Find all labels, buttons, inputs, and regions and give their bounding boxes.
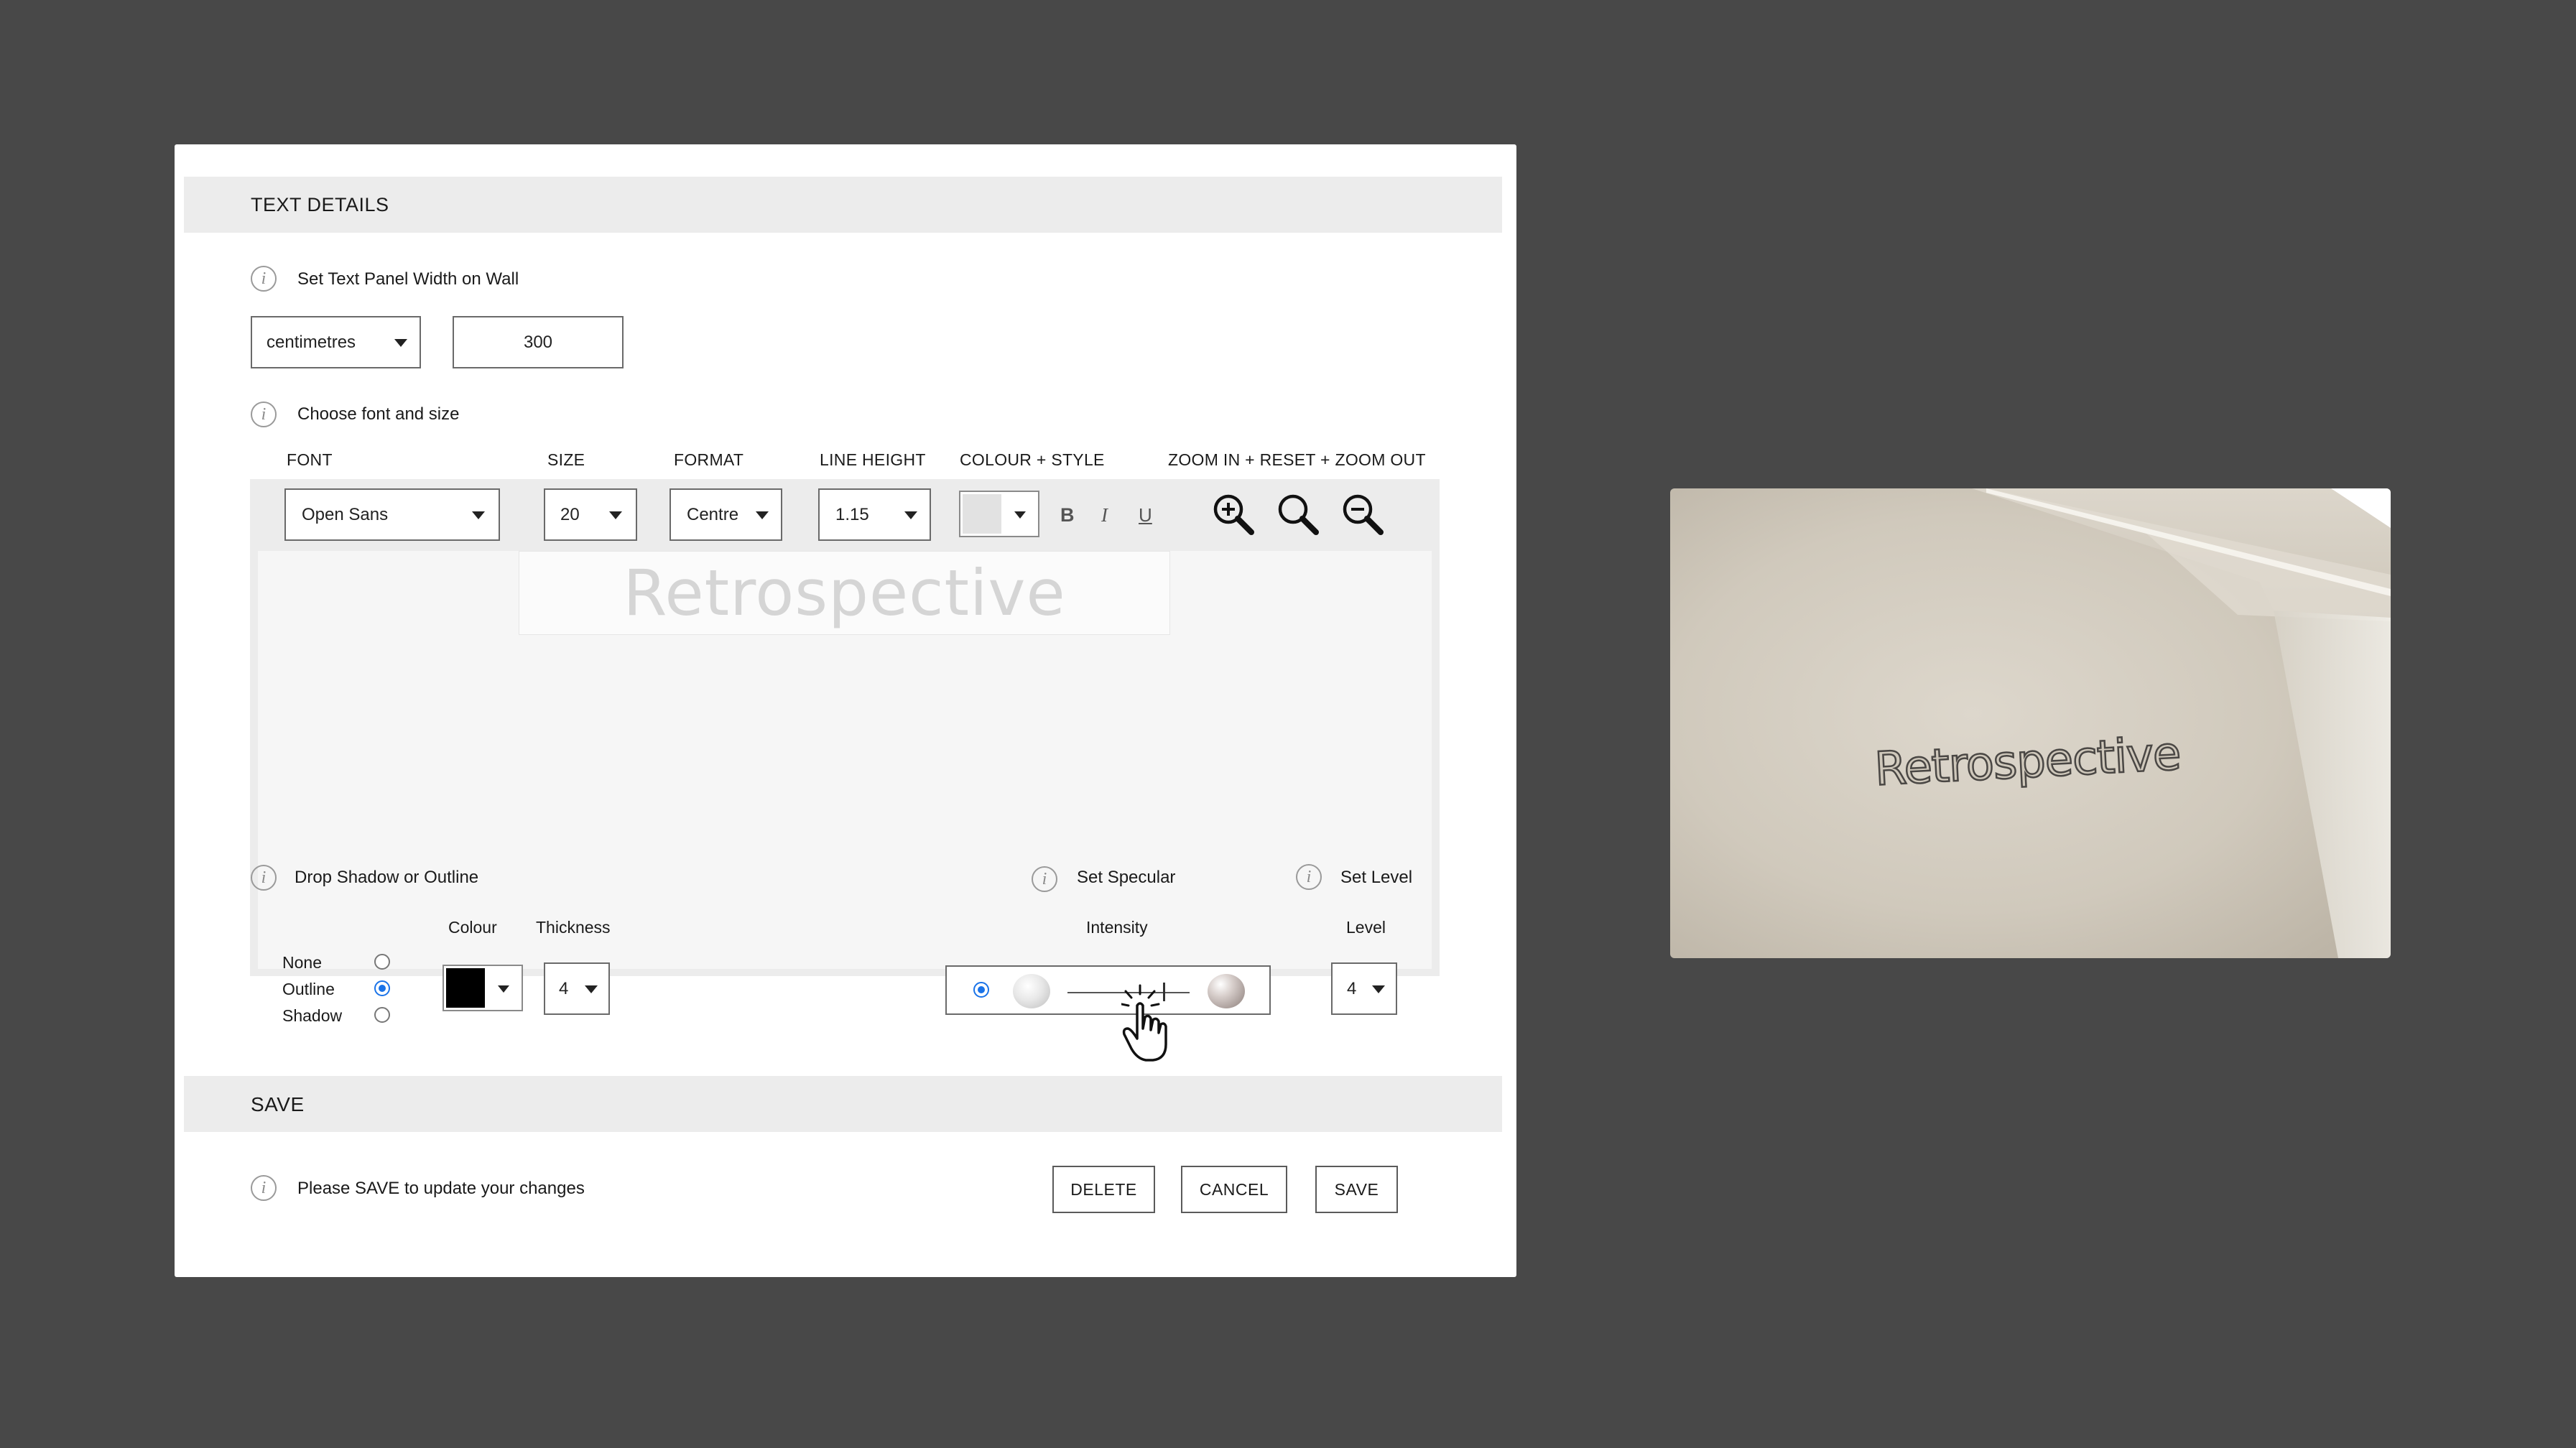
intensity-enable-radio[interactable] (973, 982, 989, 998)
format-select-value: Centre (687, 504, 739, 524)
wall-scene (1670, 488, 2391, 958)
outline-colour-select[interactable] (443, 965, 523, 1011)
info-icon[interactable]: i (251, 402, 277, 427)
info-icon[interactable]: i (1032, 866, 1057, 892)
underline-button[interactable]: U (1139, 504, 1152, 526)
cancel-button[interactable]: CANCEL (1181, 1166, 1287, 1213)
radio-outline[interactable] (374, 980, 390, 996)
panel-width-value: 300 (523, 332, 553, 352)
hand-cursor-icon (1121, 984, 1167, 1062)
text-details-title: TEXT DETAILS (251, 194, 389, 215)
intensity-slider[interactable] (945, 965, 1271, 1015)
drop-shadow-label: Drop Shadow or Outline (295, 868, 479, 887)
level-label: Set Level (1340, 868, 1413, 887)
delete-button[interactable]: DELETE (1052, 1166, 1155, 1213)
size-select[interactable]: 20 (544, 488, 637, 541)
line-height-header: LINE HEIGHT (820, 450, 926, 469)
chevron-down-icon (394, 339, 407, 347)
thickness-header: Thickness (536, 918, 611, 937)
italic-button[interactable]: I (1101, 504, 1108, 526)
matte-sphere-icon (1013, 974, 1050, 1008)
save-section-title: SAVE (251, 1093, 305, 1115)
preview-text-box[interactable]: Retrospective (519, 551, 1170, 635)
font-select[interactable]: Open Sans (284, 488, 500, 541)
chevron-down-icon (756, 511, 769, 519)
info-icon[interactable]: i (251, 266, 277, 292)
text-details-header: TEXT DETAILS (184, 177, 1502, 233)
panel-width-input[interactable]: 300 (453, 316, 624, 368)
zoom-in-icon[interactable] (1211, 492, 1256, 537)
colour-style-header: COLOUR + STYLE (960, 450, 1105, 469)
desktop-background: { "text_details": { "section_title": "TE… (0, 0, 2576, 1448)
panel-width-label: Set Text Panel Width on Wall (297, 269, 519, 289)
save-button[interactable]: SAVE (1315, 1166, 1398, 1213)
line-height-select-value: 1.15 (835, 504, 869, 524)
level-select[interactable]: 4 (1331, 962, 1397, 1015)
option-outline-label: Outline (282, 980, 335, 998)
chevron-down-icon (585, 985, 598, 993)
info-icon[interactable]: i (1296, 864, 1322, 890)
unit-select[interactable]: centimetres (251, 316, 421, 368)
info-icon[interactable]: i (251, 1175, 277, 1201)
zoom-header: ZOOM IN + RESET + ZOOM OUT (1168, 450, 1426, 469)
size-header: SIZE (547, 450, 585, 469)
thickness-select-value: 4 (559, 978, 569, 998)
preview-text: Retrospective (623, 556, 1066, 630)
text-colour-select[interactable] (959, 491, 1039, 537)
font-header: FONT (287, 450, 333, 469)
colour-header: Colour (448, 918, 497, 937)
zoom-out-icon[interactable] (1340, 492, 1385, 537)
intensity-header: Intensity (1086, 918, 1148, 937)
chevron-down-icon (904, 511, 917, 519)
thickness-select[interactable]: 4 (544, 962, 610, 1015)
option-none-label: None (282, 953, 322, 972)
line-height-select[interactable]: 1.15 (818, 488, 931, 541)
option-shadow-label: Shadow (282, 1006, 343, 1025)
colour-swatch (963, 494, 1001, 534)
save-section-header: SAVE (184, 1076, 1502, 1132)
level-header: Level (1346, 918, 1386, 937)
bold-button[interactable]: B (1060, 504, 1075, 526)
format-header: FORMAT (674, 450, 744, 469)
wall-preview: Retrospective (1670, 488, 2391, 958)
unit-select-value: centimetres (267, 332, 356, 352)
chevron-down-icon (609, 511, 622, 519)
specular-label: Set Specular (1077, 868, 1176, 887)
save-hint: Please SAVE to update your changes (297, 1179, 585, 1198)
glossy-sphere-icon (1208, 974, 1245, 1008)
chevron-down-icon (1014, 511, 1026, 519)
text-details-dialog: TEXT DETAILS i Set Text Panel Width on W… (175, 144, 1516, 1277)
font-select-value: Open Sans (302, 504, 389, 524)
format-select[interactable]: Centre (670, 488, 782, 541)
size-select-value: 20 (560, 504, 580, 524)
outline-colour-swatch (446, 968, 485, 1008)
radio-shadow[interactable] (374, 1007, 390, 1023)
level-select-value: 4 (1347, 978, 1357, 998)
zoom-reset-icon[interactable] (1276, 492, 1320, 537)
chevron-down-icon (498, 985, 509, 993)
font-section-label: Choose font and size (297, 404, 460, 424)
chevron-down-icon (472, 511, 485, 519)
info-icon[interactable]: i (251, 865, 277, 891)
chevron-down-icon (1372, 985, 1385, 993)
radio-none[interactable] (374, 954, 390, 970)
